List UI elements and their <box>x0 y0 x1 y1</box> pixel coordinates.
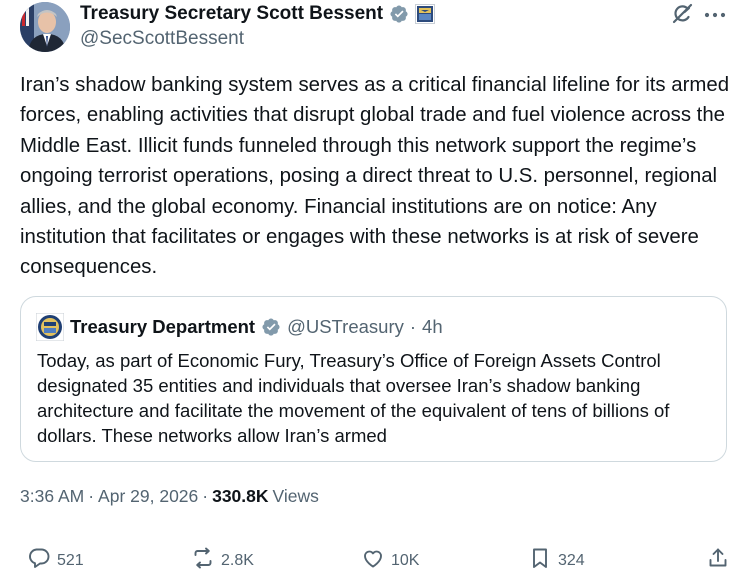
bookmark-count: 324 <box>558 551 585 569</box>
quote-author-handle: @USTreasury <box>287 316 404 337</box>
like-count: 10K <box>391 551 420 569</box>
share-icon <box>706 546 730 575</box>
verified-badge-icon <box>389 4 409 24</box>
quote-separator: · <box>409 316 417 337</box>
tweet-date[interactable]: Apr 29, 2026 <box>98 486 198 507</box>
action-bar: 521 2.8K 10K 324 <box>0 540 744 576</box>
grok-icon[interactable] <box>670 2 694 26</box>
like-button[interactable]: 10K <box>361 546 419 575</box>
heart-icon <box>361 546 385 575</box>
verified-badge-icon <box>261 317 281 337</box>
quote-tweet-card[interactable]: Treasury Department @USTreasury · 4h Tod… <box>20 296 727 462</box>
repost-count: 2.8K <box>221 551 254 569</box>
reply-icon <box>27 546 51 575</box>
quote-timestamp: 4h <box>422 316 443 337</box>
views-count: 330.8K <box>212 485 269 506</box>
views-label: Views <box>272 485 319 506</box>
meta-separator: · <box>88 485 95 506</box>
treasury-seal-icon[interactable] <box>415 4 436 24</box>
repost-icon <box>191 546 215 575</box>
tweet-meta: 3:36 AM · Apr 29, 2026 · 330.8K Views <box>20 484 319 508</box>
reply-count: 521 <box>57 551 84 569</box>
more-icon[interactable] <box>703 8 727 20</box>
author-name[interactable]: Treasury Secretary Scott Bessent <box>80 3 383 25</box>
tweet-text: Iran’s shadow banking system serves as a… <box>20 74 730 279</box>
author-handle[interactable]: @SecScottBessent <box>80 28 244 50</box>
author-name-row: Treasury Secretary Scott Bessent <box>80 2 436 26</box>
bookmark-button[interactable]: 324 <box>528 546 585 575</box>
reply-button[interactable]: 521 <box>27 546 84 575</box>
repost-button[interactable]: 2.8K <box>191 546 254 575</box>
share-button[interactable] <box>706 546 730 575</box>
quote-header: Treasury Department @USTreasury · 4h <box>35 312 443 342</box>
tweet-time[interactable]: 3:36 AM <box>20 486 84 507</box>
bookmark-icon <box>528 546 552 575</box>
quote-avatar <box>35 312 65 342</box>
quote-text: Today, as part of Economic Fury, Treasur… <box>37 350 670 446</box>
quote-author-name: Treasury Department <box>70 316 256 337</box>
meta-separator: · <box>202 485 209 506</box>
author-avatar[interactable] <box>20 2 70 52</box>
